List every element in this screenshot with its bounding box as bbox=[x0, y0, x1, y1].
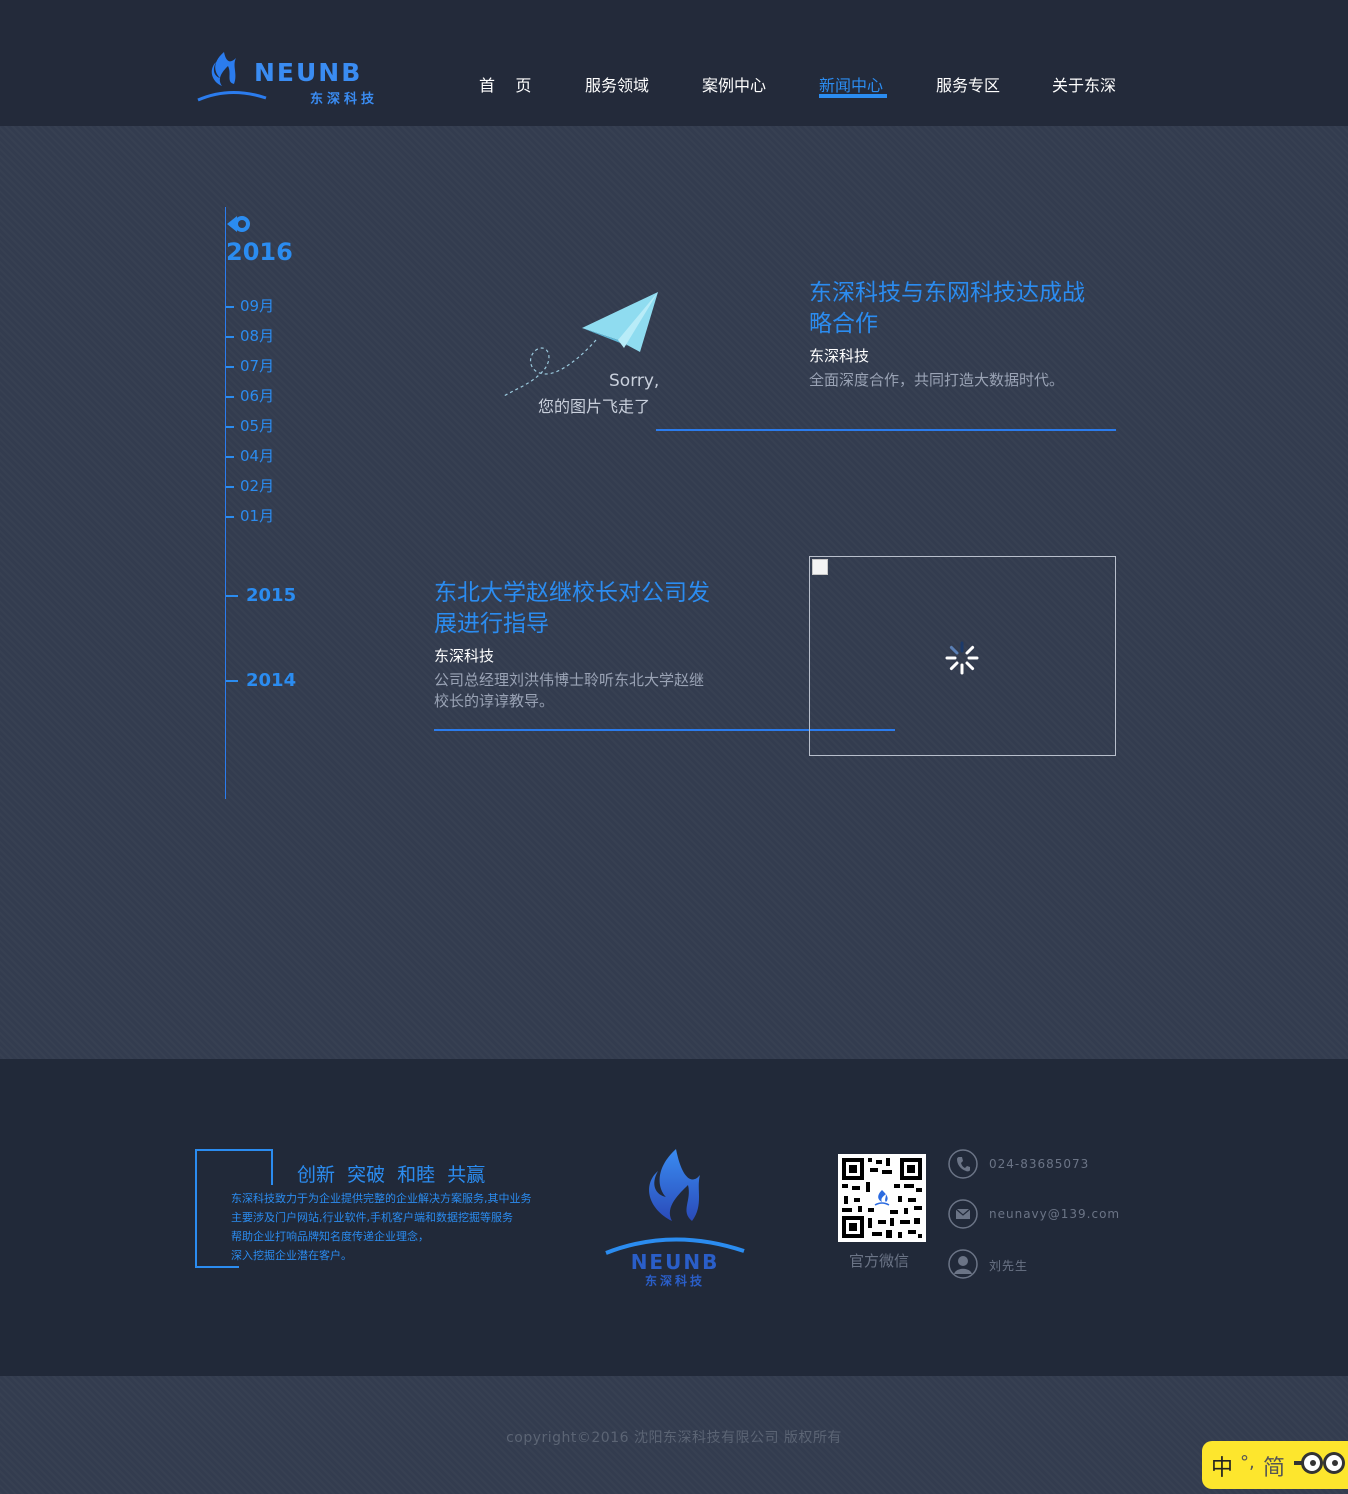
timeline-month[interactable]: 05月 bbox=[226, 415, 274, 436]
footer-logo-en: NEUNB bbox=[631, 1250, 720, 1274]
timeline-month[interactable]: 04月 bbox=[226, 445, 274, 466]
timeline-year[interactable]: 2014 bbox=[226, 670, 296, 691]
timeline-month[interactable]: 06月 bbox=[226, 385, 274, 406]
timeline-year[interactable]: 2015 bbox=[226, 585, 296, 606]
nav-about[interactable]: 关于东深 bbox=[1052, 72, 1116, 96]
phone-icon bbox=[948, 1149, 978, 1179]
timeline-month[interactable]: 07月 bbox=[226, 355, 274, 376]
nav-active-indicator bbox=[819, 94, 887, 98]
nav-service-zone[interactable]: 服务专区 bbox=[936, 72, 1000, 96]
timeline-month[interactable]: 08月 bbox=[226, 325, 274, 346]
image-fallback-text: Sorry, bbox=[609, 371, 660, 391]
user-icon bbox=[948, 1249, 978, 1279]
footer-bracket bbox=[195, 1149, 273, 1151]
flame-logo-icon: NEUNB 东深科技 bbox=[605, 1149, 745, 1288]
location-pin-icon bbox=[227, 216, 250, 232]
wechat-qr-code bbox=[838, 1154, 926, 1242]
timeline-month[interactable]: 01月 bbox=[226, 505, 274, 526]
site-logo[interactable]: NEUNB 东深科技 bbox=[194, 46, 394, 110]
contact-phone[interactable]: 024-83685073 bbox=[989, 1157, 1089, 1171]
footer-bracket bbox=[271, 1149, 273, 1185]
footer-description: 东深科技致力于为企业提供完整的企业解决方案服务,其中业务 主要涉及门户网站,行业… bbox=[231, 1192, 532, 1262]
ime-simplified-toggle[interactable]: 简 bbox=[1263, 1450, 1285, 1482]
footer-bracket bbox=[195, 1266, 239, 1268]
footer-slogan: 创新 突破 和睦 共赢 bbox=[297, 1164, 486, 1186]
news-desc: 全面深度合作，共同打造大数据时代。 bbox=[809, 371, 1065, 389]
timeline-year-current[interactable]: 2016 bbox=[226, 238, 293, 266]
news-title[interactable]: 东北大学赵继校长对公司发 展进行指导 bbox=[434, 578, 710, 640]
loading-spinner-icon bbox=[945, 641, 979, 675]
nav-home[interactable]: 首 页 bbox=[479, 72, 531, 96]
contact-email[interactable]: neunavy@139.com bbox=[989, 1207, 1120, 1221]
footer-bracket bbox=[195, 1149, 197, 1268]
logo-text-en: NEUNB bbox=[254, 58, 363, 87]
ime-punctuation-toggle[interactable]: °, bbox=[1240, 1452, 1255, 1473]
mail-icon bbox=[948, 1199, 978, 1229]
news-divider bbox=[656, 429, 1116, 431]
logo-text-cn: 东深科技 bbox=[310, 92, 379, 107]
news-source: 东深科技 bbox=[809, 347, 870, 365]
nav-news[interactable]: 新闻中心 bbox=[819, 72, 883, 96]
broken-image-icon bbox=[812, 559, 828, 575]
image-fallback-subtext: 您的图片飞走了 bbox=[538, 397, 651, 416]
ime-mascot-icon[interactable] bbox=[1294, 1449, 1348, 1479]
timeline-month[interactable]: 09月 bbox=[226, 295, 274, 316]
news-desc: 公司总经理刘洪伟博士聆听东北大学赵继 校长的谆谆教导。 bbox=[434, 671, 705, 710]
ime-language-toggle[interactable]: 中 bbox=[1211, 1450, 1233, 1482]
site-header: NEUNB 东深科技 首 页 服务领域 案例中心 新闻中心 服务专区 关于东深 bbox=[0, 0, 1348, 126]
news-title[interactable]: 东深科技与东网科技达成战 略合作 bbox=[809, 278, 1085, 340]
nav-services[interactable]: 服务领域 bbox=[585, 72, 649, 96]
contact-person: 刘先生 bbox=[989, 1259, 1029, 1273]
footer-logo-cn: 东深科技 bbox=[645, 1273, 705, 1288]
copyright: copyright©2016 沈阳东深科技有限公司 版权所有 bbox=[506, 1430, 842, 1446]
qr-label: 官方微信 bbox=[849, 1252, 910, 1270]
timeline-month[interactable]: 02月 bbox=[226, 475, 274, 496]
footer-logo: NEUNB 东深科技 bbox=[600, 1145, 750, 1295]
news-source: 东深科技 bbox=[434, 647, 495, 665]
nav-cases[interactable]: 案例中心 bbox=[702, 72, 766, 96]
